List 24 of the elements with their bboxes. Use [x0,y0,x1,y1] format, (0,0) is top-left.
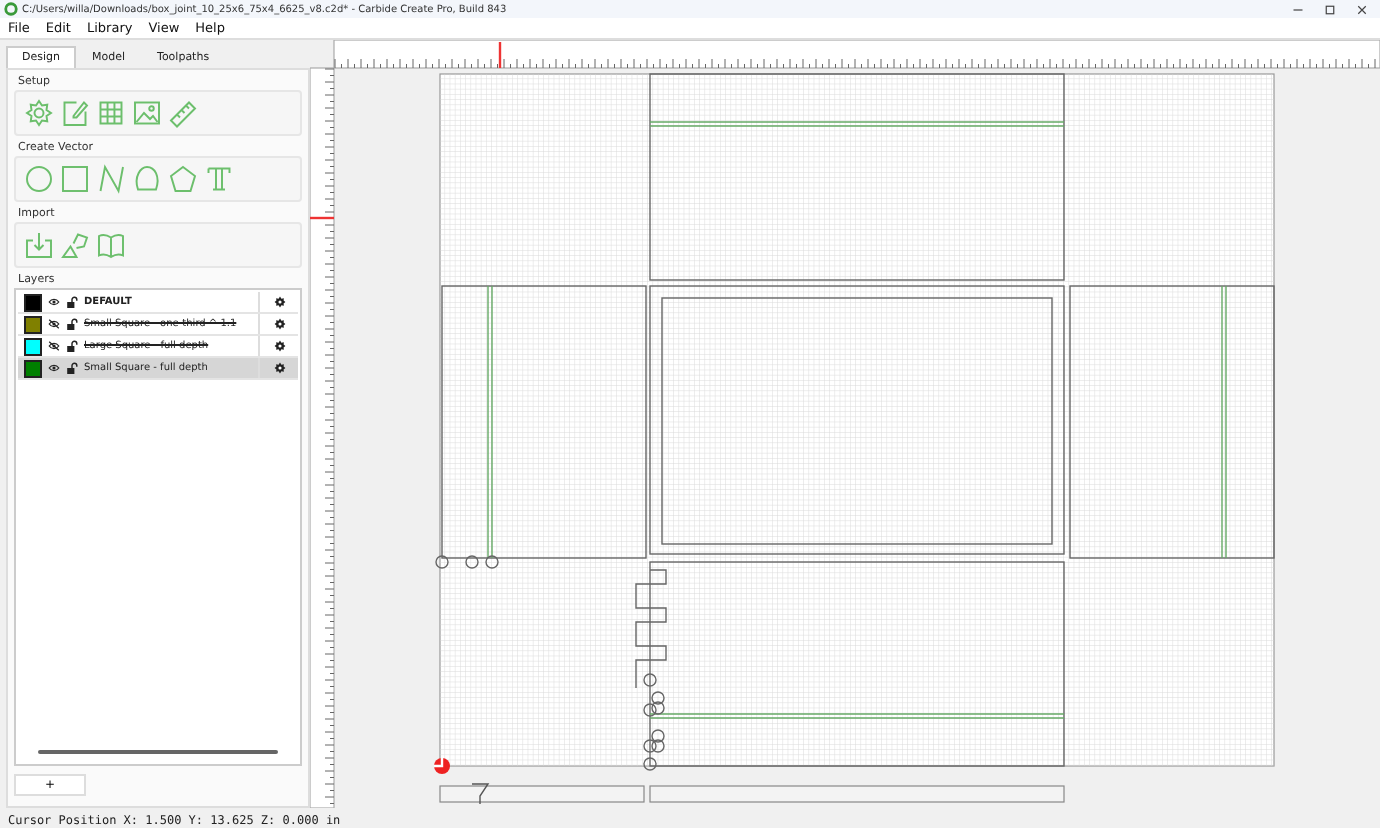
eye-icon[interactable] [48,362,60,374]
close-icon[interactable] [1356,3,1368,15]
settings-icon[interactable] [273,340,286,352]
maximize-icon[interactable] [1324,3,1336,15]
cursor-marker [310,216,334,220]
settings-icon[interactable] [273,318,286,330]
eye-icon[interactable] [48,296,60,308]
color-swatch[interactable] [24,337,42,355]
padlock-icon[interactable] [66,340,78,352]
hidden-eye-icon[interactable] [48,340,60,352]
app-logo [4,2,18,16]
hidden-eye-icon[interactable] [48,318,60,330]
settings-icon[interactable] [273,296,286,308]
padlock-icon[interactable] [66,362,78,374]
settings-icon[interactable] [273,362,286,374]
padlock-icon[interactable] [66,318,78,330]
color-swatch[interactable] [24,315,42,333]
cursor-marker [498,42,502,68]
color-swatch[interactable] [24,359,42,377]
color-swatch[interactable] [24,293,42,311]
origin-icon [434,758,450,774]
padlock-icon[interactable] [66,296,78,308]
minimize-icon[interactable] [1292,3,1304,15]
scrollbar[interactable] [38,750,278,754]
